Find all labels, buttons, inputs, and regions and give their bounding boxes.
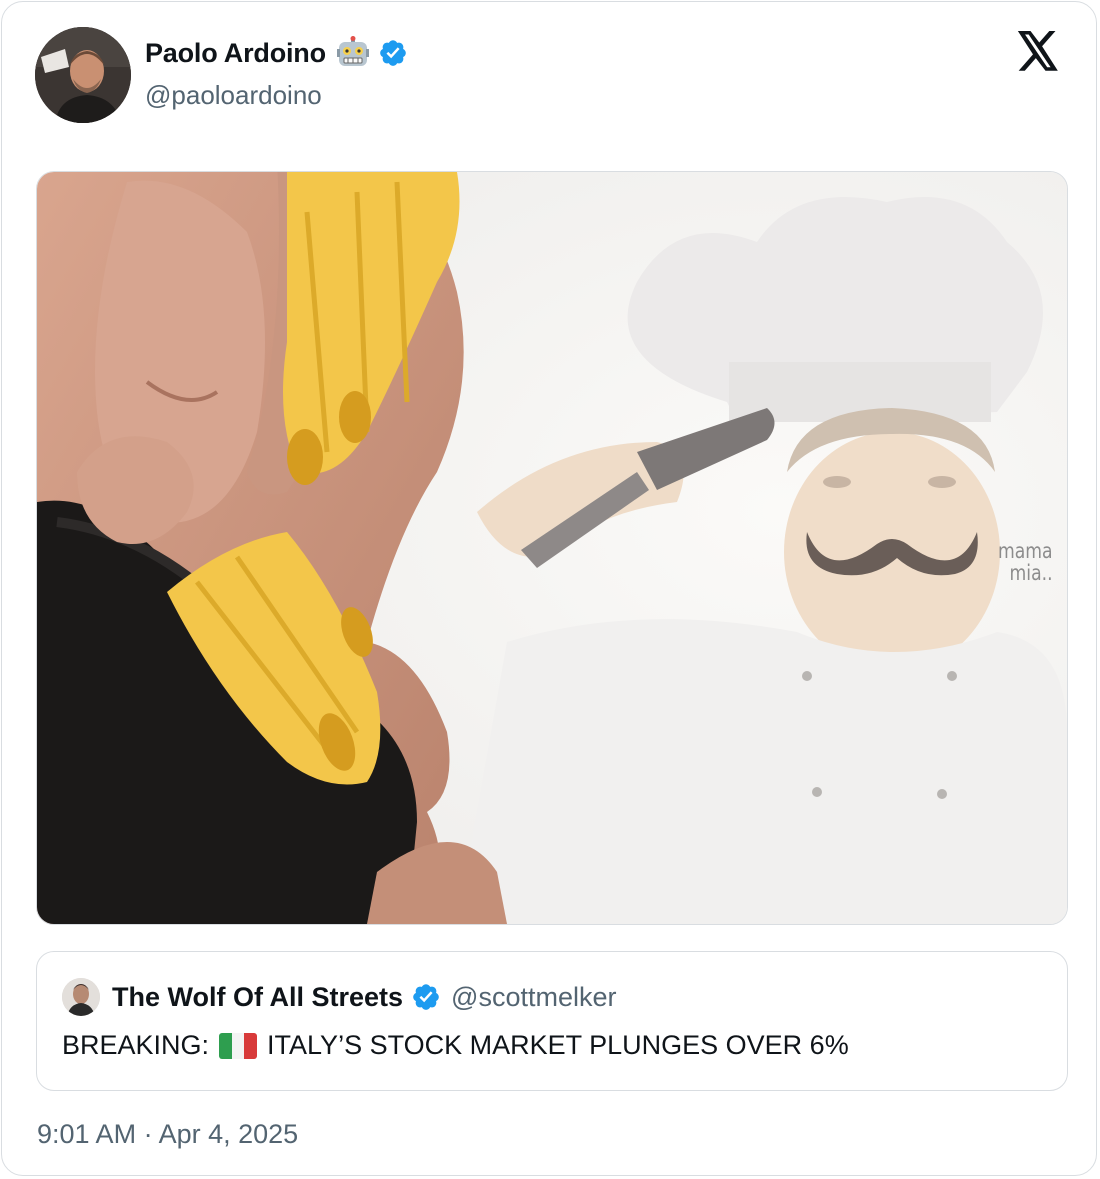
quoted-author-avatar[interactable] — [62, 978, 100, 1016]
tweet-header: Paolo Ardoino @paoloardoino — [35, 27, 408, 123]
tweet-card: Paolo Ardoino @paoloardoino mama mia.. T… — [1, 1, 1097, 1176]
tweet-timestamp[interactable]: 9:01 AM · Apr 4, 2025 — [37, 1119, 298, 1150]
quoted-tweet[interactable]: The Wolf Of All Streets @scottmelker BRE… — [36, 951, 1068, 1091]
italy-flag-icon — [219, 1032, 258, 1059]
x-logo-icon[interactable] — [1016, 31, 1060, 71]
quoted-tweet-text: BREAKING: ITALY’S STOCK MARKET PLUNGES O… — [62, 1030, 849, 1061]
quoted-author-handle[interactable]: @scottmelker — [451, 982, 616, 1013]
quoted-author-name[interactable]: The Wolf Of All Streets — [112, 982, 403, 1013]
meme-caption: mama mia.. — [997, 539, 1053, 585]
quoted-text-prefix: BREAKING: — [62, 1030, 210, 1060]
verified-badge-icon[interactable] — [378, 38, 408, 68]
author-avatar[interactable] — [35, 27, 131, 123]
verified-badge-icon — [411, 982, 441, 1012]
tweet-media-image[interactable]: mama mia.. — [36, 171, 1068, 925]
quoted-text-body: ITALY’S STOCK MARKET PLUNGES OVER 6% — [267, 1030, 849, 1060]
robot-face-icon — [336, 36, 370, 70]
author-handle[interactable]: @paoloardoino — [145, 80, 408, 111]
author-display-name[interactable]: Paolo Ardoino — [145, 38, 326, 69]
